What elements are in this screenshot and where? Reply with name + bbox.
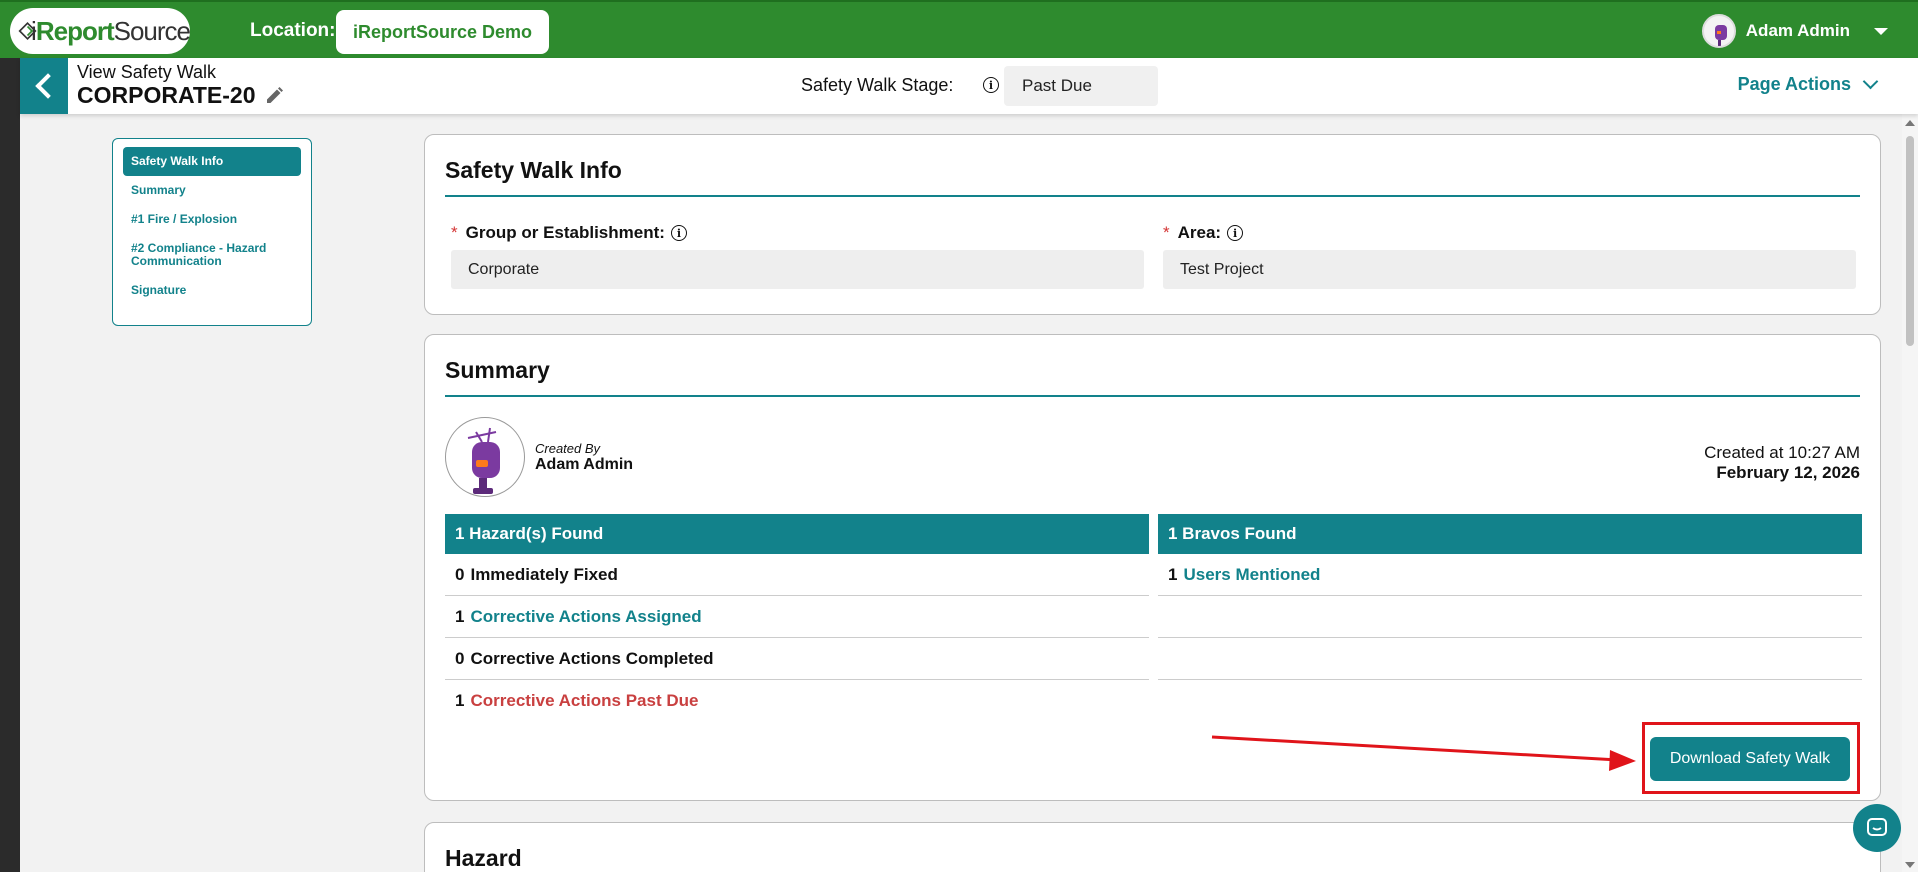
nav-item-summary[interactable]: Summary xyxy=(123,176,301,205)
nav-item-signature[interactable]: Signature xyxy=(123,276,301,305)
area-field-label: * Area: i xyxy=(1163,223,1244,243)
stat-row-users-mentioned: 1 Users Mentioned xyxy=(1158,554,1862,596)
page-actions-label: Page Actions xyxy=(1737,74,1851,94)
logo-diamond-icon xyxy=(18,21,37,41)
scroll-down-icon[interactable] xyxy=(1905,862,1915,868)
nav-item-fire-explosion[interactable]: #1 Fire / Explosion xyxy=(123,205,301,234)
page-scrollbar[interactable] xyxy=(1902,114,1918,872)
stat-count: 0 xyxy=(455,648,465,668)
ca-past-due-link[interactable]: Corrective Actions Past Due xyxy=(470,691,698,711)
record-header: View Safety Walk CORPORATE-20 Safety Wal… xyxy=(20,58,1918,114)
stat-label: Immediately Fixed xyxy=(470,564,618,584)
stage-value: Past Due xyxy=(1004,66,1158,106)
creator-avatar xyxy=(445,417,525,497)
area-info-icon[interactable]: i xyxy=(1227,225,1244,241)
stat-row-empty xyxy=(1158,638,1862,680)
left-edge-strip xyxy=(0,58,20,872)
stat-count: 1 xyxy=(455,606,465,626)
users-mentioned-link[interactable]: Users Mentioned xyxy=(1183,565,1320,585)
card-divider xyxy=(445,395,1860,397)
chat-support-button[interactable] xyxy=(1853,804,1901,852)
chat-icon xyxy=(1867,818,1887,836)
chevron-down-icon xyxy=(1862,73,1879,90)
group-info-icon[interactable]: i xyxy=(670,225,687,241)
logo-text: iReportSource xyxy=(31,15,191,46)
group-field-label: * Group or Establishment: i xyxy=(451,223,687,243)
stat-row-empty xyxy=(1158,596,1862,638)
user-menu-caret-icon[interactable] xyxy=(1874,27,1888,35)
ca-assigned-link[interactable]: Corrective Actions Assigned xyxy=(470,607,701,627)
nav-item-safety-walk-info[interactable]: Safety Walk Info xyxy=(123,147,301,176)
stat-row-ca-assigned: 1 Corrective Actions Assigned xyxy=(445,596,1149,638)
stat-count: 1 xyxy=(1168,564,1178,584)
card-divider xyxy=(445,195,1860,197)
nav-item-compliance-hazard[interactable]: #2 Compliance - Hazard Communication xyxy=(123,234,301,276)
ireportsource-logo[interactable]: iReportSource xyxy=(10,8,191,54)
created-at-date: February 12, 2026 xyxy=(1716,463,1860,482)
created-by-name: Adam Admin xyxy=(535,456,634,473)
card-title: Summary xyxy=(445,357,550,383)
stat-row-ca-completed: 0 Corrective Actions Completed xyxy=(445,638,1149,680)
stat-label: Corrective Actions Completed xyxy=(470,648,714,668)
safety-walk-info-card: Safety Walk Info * Group or Establishmen… xyxy=(424,134,1881,315)
required-asterisk: * xyxy=(1163,223,1170,242)
stat-row-immediately-fixed: 0 Immediately Fixed xyxy=(445,554,1149,596)
record-id-text: CORPORATE-20 xyxy=(77,82,256,108)
user-menu[interactable]: Adam Admin xyxy=(1701,14,1888,48)
created-by-label: Created By xyxy=(535,441,601,456)
group-label-text: Group or Establishment: xyxy=(465,223,665,242)
card-title: Safety Walk Info xyxy=(445,157,622,183)
edit-pencil-icon[interactable] xyxy=(264,86,284,106)
stage-label: Safety Walk Stage: xyxy=(801,75,954,95)
bravos-found-header: 1 Bravos Found xyxy=(1158,514,1862,554)
user-name: Adam Admin xyxy=(1745,21,1850,40)
location-selector-button[interactable]: iReportSource Demo xyxy=(336,10,550,54)
user-avatar xyxy=(1701,14,1736,48)
stat-count: 1 xyxy=(455,691,465,710)
scroll-up-icon[interactable] xyxy=(1905,120,1915,126)
scroll-thumb[interactable] xyxy=(1906,136,1914,346)
section-nav: Safety Walk Info Summary #1 Fire / Explo… xyxy=(112,138,312,326)
stage-info-icon[interactable]: i xyxy=(983,77,999,93)
record-title: CORPORATE-20 xyxy=(77,82,284,109)
robot-avatar-icon xyxy=(1714,25,1727,46)
view-label: View Safety Walk xyxy=(77,62,217,82)
download-safety-walk-button[interactable]: Download Safety Walk xyxy=(1650,737,1850,781)
location-label: Location: xyxy=(250,20,336,41)
stat-count: 0 xyxy=(455,564,465,584)
required-asterisk: * xyxy=(451,223,458,242)
chevron-left-icon xyxy=(35,73,61,99)
top-navigation-bar: iReportSource Location: iReportSource De… xyxy=(0,0,1918,58)
hazard-card: Hazard xyxy=(424,822,1881,872)
area-field[interactable]: Test Project xyxy=(1163,250,1856,289)
area-label-text: Area: xyxy=(1177,223,1222,242)
back-button[interactable] xyxy=(20,58,68,114)
hazards-found-header: 1 Hazard(s) Found xyxy=(445,514,1149,554)
robot-avatar-icon xyxy=(467,427,500,494)
group-field[interactable]: Corporate xyxy=(451,250,1144,289)
page-actions-dropdown[interactable]: Page Actions xyxy=(1737,73,1879,95)
annotation-arrow xyxy=(1211,735,1636,771)
stat-row-ca-past-due: 1 Corrective Actions Past Due xyxy=(445,680,1149,722)
created-at-time: Created at 10:27 AM xyxy=(1704,443,1860,462)
card-title: Hazard xyxy=(445,845,522,871)
